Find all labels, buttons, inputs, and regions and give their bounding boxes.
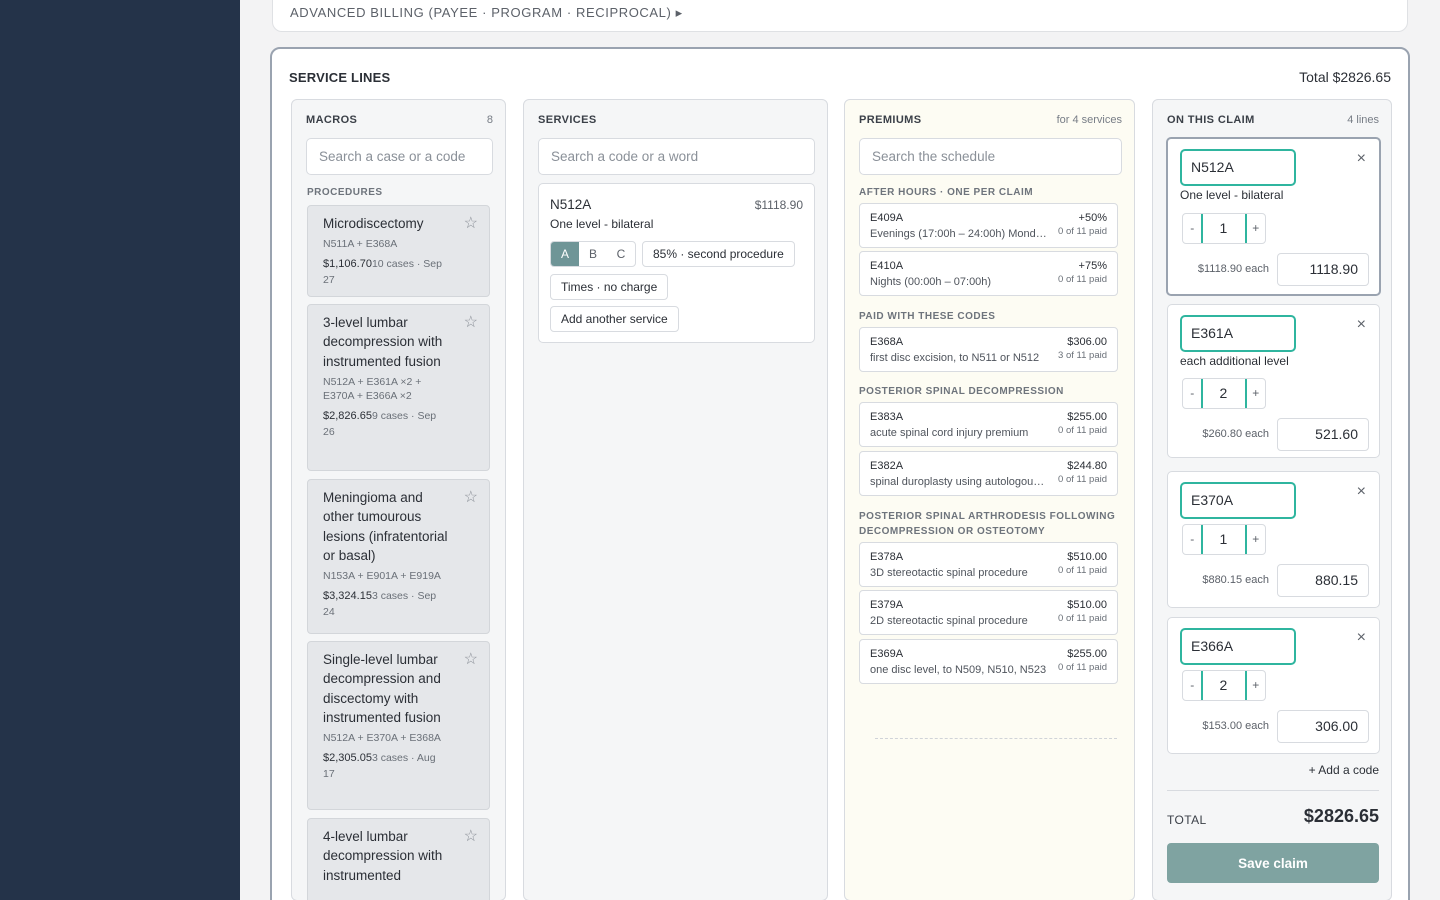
modifier-c[interactable]: C: [607, 242, 635, 266]
close-icon[interactable]: ×: [1357, 484, 1366, 500]
quantity-stepper: - 2 +: [1182, 378, 1266, 409]
quantity-input[interactable]: 2: [1201, 379, 1247, 408]
add-another-service-button[interactable]: Add another service: [550, 306, 679, 332]
macro-card[interactable]: 3-level lumbar decompression with instru…: [307, 304, 490, 471]
services-title: SERVICES: [538, 114, 597, 126]
unit-price: $1118.90 each: [1197, 263, 1269, 275]
claim-line: E366A × - 2 + $153.00 each 306.00: [1167, 617, 1380, 754]
star-icon[interactable]: ☆: [464, 490, 478, 506]
claim-code-input[interactable]: E361A: [1180, 315, 1296, 352]
service-desc: One level - bilateral: [550, 217, 654, 231]
claim-line: E370A × - 1 + $880.15 each 880.15: [1167, 471, 1380, 608]
increment-button[interactable]: +: [1247, 525, 1265, 554]
macro-card[interactable]: Meningioma and other tumourous lesions (…: [307, 479, 490, 634]
claim-line: E361A × each additional level - 2 + $260…: [1167, 304, 1380, 458]
star-icon[interactable]: ☆: [464, 829, 478, 845]
advanced-billing-section[interactable]: ADVANCED BILLING (PAYEE · PROGRAM · RECI…: [272, 0, 1408, 32]
claim-code-input[interactable]: E370A: [1180, 482, 1296, 519]
unit-price: $880.15 each: [1202, 574, 1269, 586]
claim-title: ON THIS CLAIM: [1167, 114, 1255, 126]
claim-code-input[interactable]: N512A: [1180, 149, 1296, 186]
line-amount-input[interactable]: 880.15: [1277, 564, 1369, 597]
service-price: $1118.90: [754, 198, 803, 212]
quantity-stepper: - 1 +: [1182, 213, 1266, 244]
macro-search-input[interactable]: [306, 138, 493, 175]
advanced-billing-toggle[interactable]: ADVANCED BILLING (PAYEE · PROGRAM · RECI…: [290, 5, 683, 21]
save-claim-button[interactable]: Save claim: [1167, 843, 1379, 883]
close-icon[interactable]: ×: [1357, 630, 1366, 646]
premiums-subtitle: for 4 services: [1056, 114, 1122, 126]
premium-section-label: POSTERIOR SPINAL DECOMPRESSION: [859, 386, 1064, 397]
premium-item[interactable]: E369A one disc level, to N509, N510, N523…: [859, 639, 1118, 684]
service-lines-panel: SERVICE LINES Total $2826.65 MACROS 8 PR…: [270, 47, 1410, 900]
premiums-column: PREMIUMS for 4 services AFTER HOURS · ON…: [844, 99, 1135, 900]
premium-search-input[interactable]: [859, 138, 1122, 175]
decrement-button[interactable]: -: [1183, 379, 1201, 408]
premium-item[interactable]: E368A first disc excision, to N511 or N51…: [859, 327, 1118, 372]
service-search-input[interactable]: [538, 138, 815, 175]
claim-line-count: 4 lines: [1347, 114, 1379, 126]
procedures-label: PROCEDURES: [307, 187, 383, 198]
claim-line-desc: each additional level: [1180, 354, 1289, 368]
unit-price: $260.80 each: [1202, 428, 1269, 440]
macro-card[interactable]: Microdiscectomy N511A + E368A $1,106.701…: [307, 205, 490, 297]
star-icon[interactable]: ☆: [464, 315, 478, 331]
premiums-title: PREMIUMS: [859, 114, 922, 126]
second-procedure-button[interactable]: 85% · second procedure: [642, 241, 795, 267]
macros-title: MACROS: [306, 114, 358, 126]
service-lines-total: Total $2826.65: [1299, 69, 1391, 85]
premium-item[interactable]: E410A Nights (00:00h – 07:00h) +75% 0 of 1…: [859, 251, 1118, 296]
decrement-button[interactable]: -: [1183, 214, 1201, 243]
increment-button[interactable]: +: [1247, 379, 1265, 408]
unit-price: $153.00 each: [1202, 720, 1269, 732]
modifier-b[interactable]: B: [579, 242, 607, 266]
close-icon[interactable]: ×: [1357, 151, 1366, 167]
premium-section-label: PAID WITH THESE CODES: [859, 311, 996, 322]
quantity-stepper: - 1 +: [1182, 524, 1266, 555]
total-label: TOTAL: [1167, 813, 1207, 827]
sidebar: [0, 0, 240, 900]
macros-column: MACROS 8 PROCEDURES Microdiscectomy N511…: [291, 99, 506, 900]
total-value: $2826.65: [1303, 806, 1379, 826]
modifier-a[interactable]: A: [551, 242, 579, 266]
quantity-input[interactable]: 1: [1201, 525, 1247, 554]
increment-button[interactable]: +: [1247, 214, 1265, 243]
line-amount-input[interactable]: 306.00: [1277, 710, 1369, 743]
service-code: N512A: [550, 197, 592, 212]
premium-section-label: POSTERIOR SPINAL ARTHRODESIS FOLLOWING D…: [859, 511, 1116, 537]
claim-code-input[interactable]: E366A: [1180, 628, 1296, 665]
service-lines-title: SERVICE LINES: [289, 70, 391, 85]
premium-item[interactable]: E379A 2D stereotactic spinal procedure $5…: [859, 590, 1118, 635]
macros-count: 8: [486, 114, 493, 126]
total-divider: [1167, 790, 1379, 791]
claim-column: ON THIS CLAIM 4 lines N512A × One level …: [1152, 99, 1392, 900]
line-amount-input[interactable]: 1118.90: [1277, 253, 1369, 286]
premium-item[interactable]: E409AEvenings (17:00h – 24:00h) Monday t…: [859, 203, 1118, 248]
decrement-button[interactable]: -: [1183, 525, 1201, 554]
premium-section-label: AFTER HOURS · ONE PER CLAIM: [859, 187, 1034, 198]
claim-line: N512A × One level - bilateral - 1 + $111…: [1166, 137, 1381, 296]
premium-item[interactable]: E378A 3D stereotactic spinal procedure $5…: [859, 542, 1118, 587]
claim-line-desc: One level - bilateral: [1180, 188, 1284, 202]
modifier-selector: A B C: [550, 241, 636, 267]
line-amount-input[interactable]: 521.60: [1277, 418, 1369, 451]
increment-button[interactable]: +: [1247, 671, 1265, 700]
premium-item[interactable]: E382A spinal duroplasty using autologous …: [859, 451, 1118, 496]
decrement-button[interactable]: -: [1183, 671, 1201, 700]
macro-card[interactable]: Single-level lumbar decompression and di…: [307, 641, 490, 810]
add-code-button[interactable]: + Add a code: [1309, 763, 1379, 777]
list-end-divider: [875, 738, 1117, 739]
close-icon[interactable]: ×: [1357, 317, 1366, 333]
quantity-input[interactable]: 1: [1201, 214, 1247, 243]
quantity-stepper: - 2 +: [1182, 670, 1266, 701]
premium-item[interactable]: E383A acute spinal cord injury premium $2…: [859, 402, 1118, 447]
star-icon[interactable]: ☆: [464, 216, 478, 232]
times-no-charge-button[interactable]: Times · no charge: [550, 274, 669, 300]
service-card[interactable]: N512A $1118.90 One level - bilateral A B…: [538, 183, 815, 343]
quantity-input[interactable]: 2: [1201, 671, 1247, 700]
services-column: SERVICES N512A $1118.90 One level - bila…: [523, 99, 828, 900]
star-icon[interactable]: ☆: [464, 652, 478, 668]
macro-card[interactable]: 4-level lumbar decompression with instru…: [307, 818, 490, 900]
